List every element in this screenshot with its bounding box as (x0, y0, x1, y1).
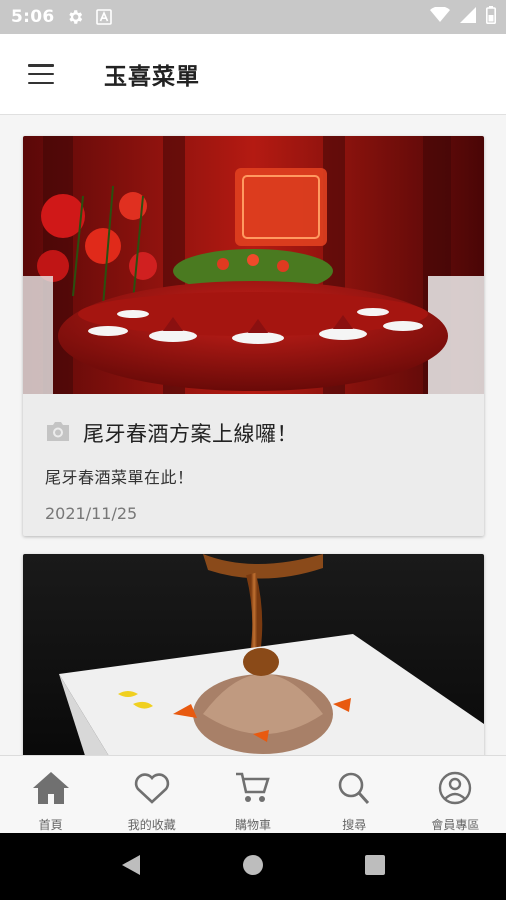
search-icon (334, 770, 374, 810)
heart-icon (132, 770, 172, 810)
nav-label-cart: 購物車 (235, 818, 272, 832)
battery-icon (486, 6, 496, 28)
news-card[interactable] (23, 554, 484, 755)
feed-list[interactable]: 尾牙春酒方案上線囉！ 尾牙春酒菜單在此！ 2021/11/25 (0, 115, 506, 755)
cart-icon (233, 770, 273, 810)
card-title: 尾牙春酒方案上線囉！ (83, 422, 298, 446)
home-icon (31, 770, 71, 810)
status-bar: 5:06 (0, 0, 506, 34)
nav-label-home: 首頁 (38, 818, 63, 832)
menu-icon[interactable] (28, 64, 54, 84)
system-nav-bar (0, 833, 506, 900)
nav-cart[interactable]: 購物車 (202, 756, 303, 834)
account-icon (435, 770, 475, 810)
recents-icon[interactable] (364, 854, 386, 880)
signal-icon (460, 7, 476, 27)
nav-account[interactable]: 會員專區 (405, 756, 506, 834)
card-subtitle: 尾牙春酒菜單在此！ (45, 468, 194, 487)
camera-icon (45, 420, 71, 446)
font-icon (96, 9, 113, 25)
nav-home[interactable]: 首頁 (0, 756, 101, 834)
app-bar: 玉喜菜單 (0, 34, 506, 115)
wifi-icon (430, 6, 450, 27)
status-time: 5:06 (11, 7, 55, 27)
nav-label-favorites: 我的收藏 (127, 818, 176, 832)
nav-label-account: 會員專區 (431, 818, 480, 832)
home-circle-icon[interactable] (242, 854, 264, 880)
page-title: 玉喜菜單 (104, 64, 200, 90)
bottom-nav: 首頁 我的收藏 購物車 搜尋 會員專區 (0, 755, 506, 834)
dish-image (23, 554, 484, 755)
nav-favorites[interactable]: 我的收藏 (101, 756, 202, 834)
nav-search[interactable]: 搜尋 (304, 756, 405, 834)
card-date: 2021/11/25 (45, 504, 138, 523)
nav-label-search: 搜尋 (342, 818, 367, 832)
settings-icon (66, 8, 84, 26)
news-card[interactable]: 尾牙春酒方案上線囉！ 尾牙春酒菜單在此！ 2021/11/25 (23, 136, 484, 536)
banquet-image (23, 136, 484, 394)
back-icon[interactable] (120, 853, 142, 881)
